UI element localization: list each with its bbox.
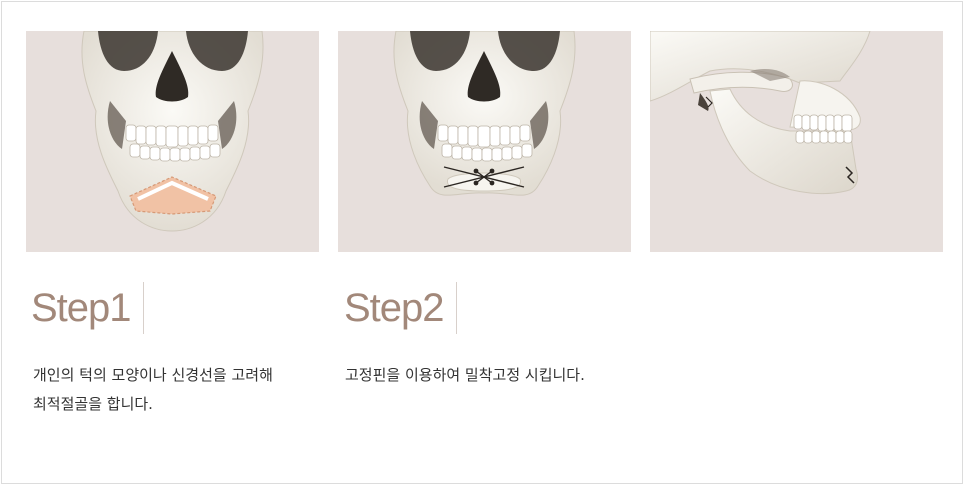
step3-illustration	[650, 31, 943, 252]
step1-title: Step1	[31, 282, 144, 334]
skull-front-cut-icon	[81, 31, 264, 232]
step2-description: 고정핀을 이용하여 밀착고정 시킵니다.	[345, 366, 585, 384]
step1-illustration	[26, 31, 319, 252]
skull-front-pinned-icon	[393, 31, 576, 196]
step2-illustration	[338, 31, 631, 252]
skull-side-view-icon	[650, 31, 871, 195]
step2-title: Step2	[344, 282, 457, 334]
step1-description: 개인의 턱의 모양이나 신경선을 고려해 최적절골을 합니다.	[33, 366, 273, 413]
